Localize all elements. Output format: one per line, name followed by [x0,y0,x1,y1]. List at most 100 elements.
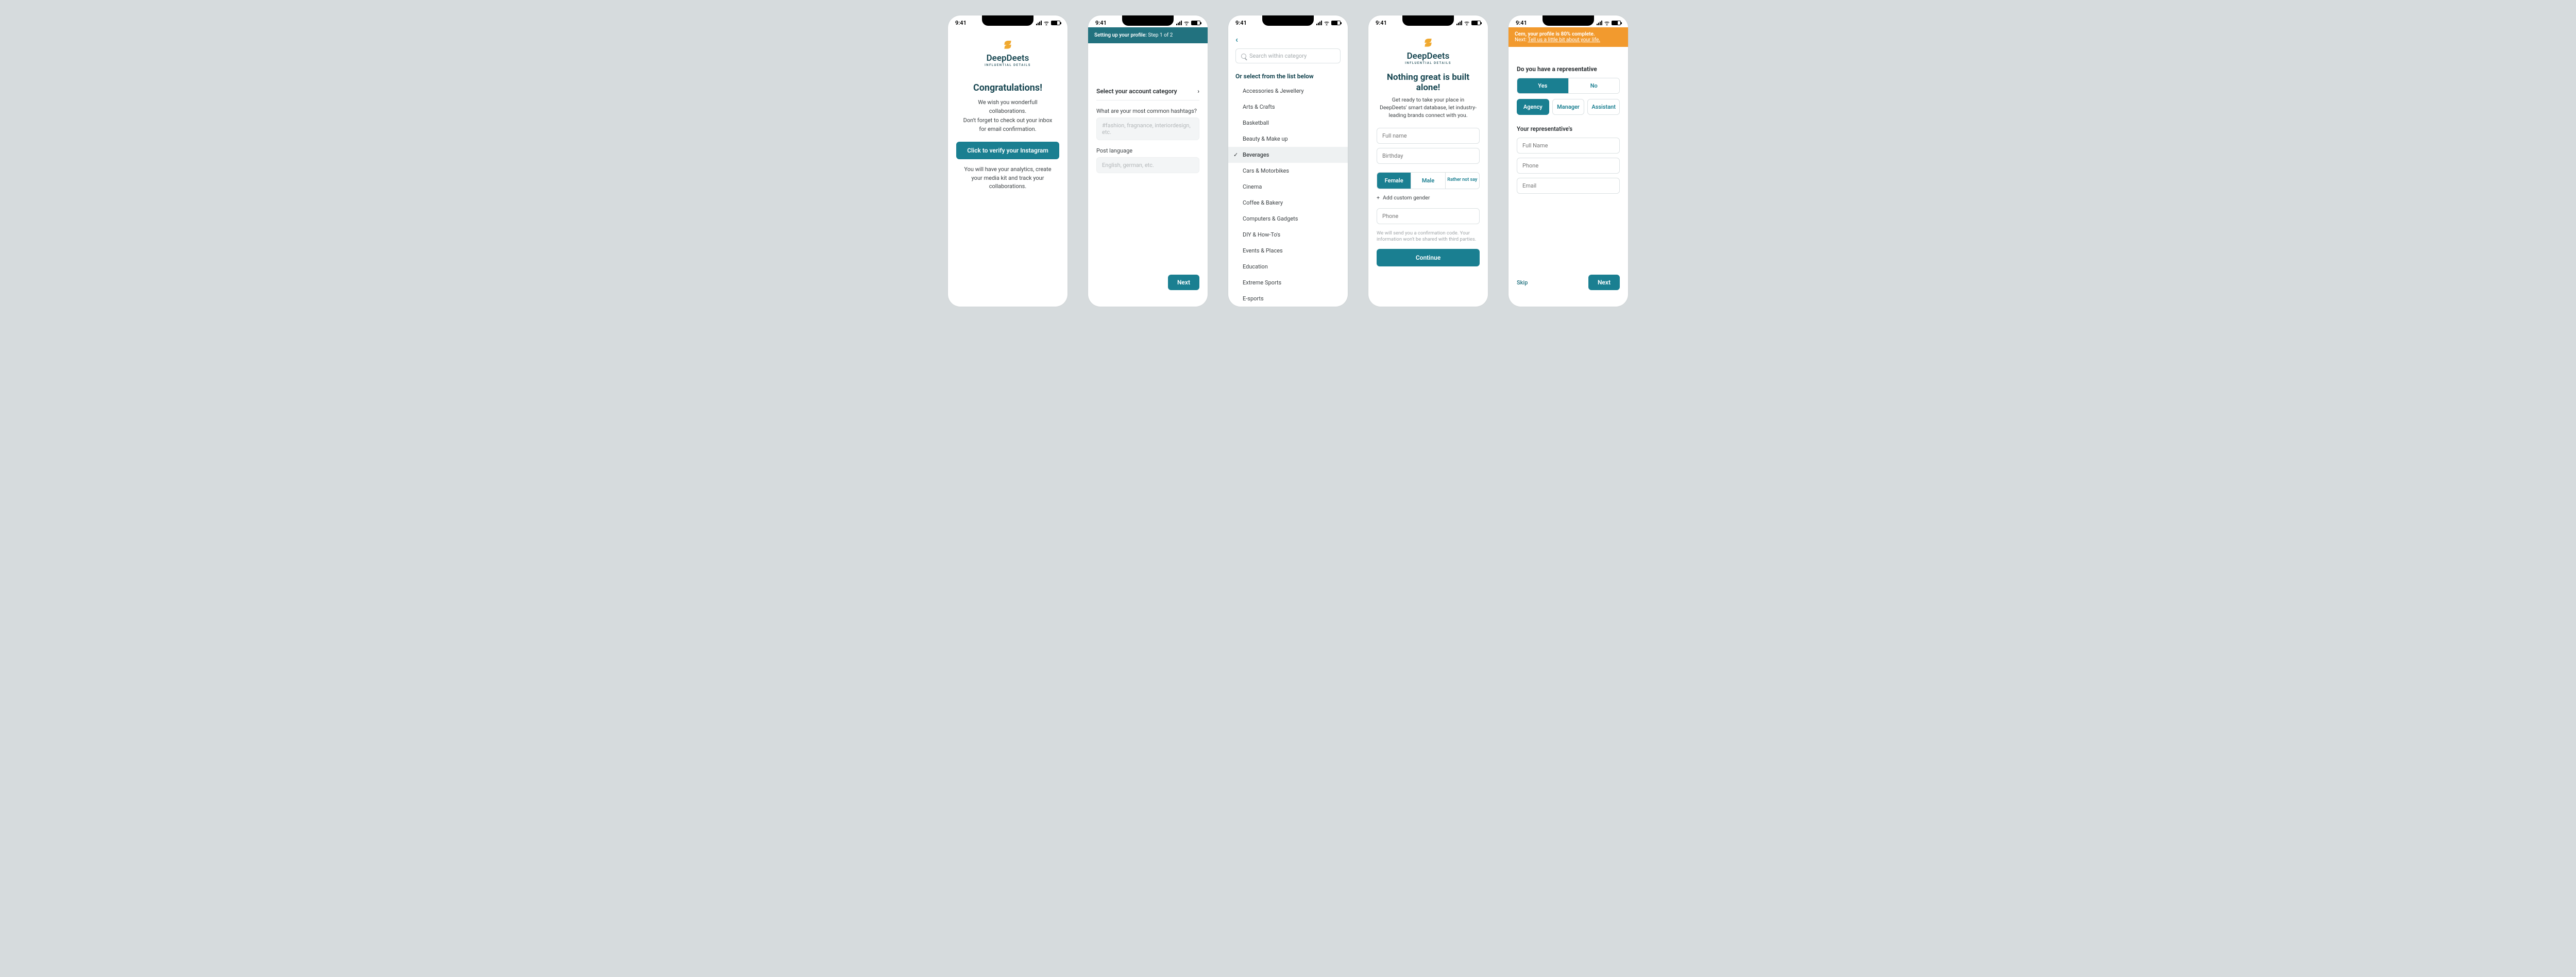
fullname-input[interactable] [1377,128,1480,144]
option-no[interactable]: No [1568,78,1620,93]
check-icon: ✓ [1233,151,1238,158]
status-time: 9:41 [1095,20,1107,26]
category-item-label: Events & Places [1243,247,1283,254]
category-item-label: Beverages [1243,151,1269,158]
add-custom-gender-label: Add custom gender [1383,194,1430,201]
brand-logo: DeepDeets INFLUENTIAL DETAILS [1377,39,1480,65]
tab-assistant[interactable]: Assistant [1587,99,1620,115]
category-item-label: Cars & Motorbikes [1243,167,1289,174]
status-time: 9:41 [955,20,967,26]
tab-agency[interactable]: Agency [1517,99,1549,115]
signal-icon [1597,21,1602,25]
screen-representative: 9:41 Cem, your profile is 80% complete. … [1509,15,1628,307]
page-title: Nothing great is built alone! [1377,72,1480,93]
phone-hint: We will send you a confirmation code. Yo… [1377,230,1480,243]
category-item[interactable]: Education [1228,259,1348,275]
gender-male[interactable]: Male [1411,173,1445,189]
banner-next-prefix: Next: [1515,37,1528,43]
rep-phone-input[interactable] [1517,158,1620,174]
category-item[interactable]: Extreme Sports [1228,275,1348,291]
search-icon [1241,54,1246,59]
brand-mark-icon [1423,39,1433,47]
gender-rather-not-say[interactable]: Rather not say [1445,173,1479,189]
category-item[interactable]: Cars & Motorbikes [1228,163,1348,179]
profile-completion-banner: Cem, your profile is 80% complete. Next:… [1509,27,1628,47]
screen-congratulations: 9:41 DeepDeets INFLUENTIAL DETAILS Congr… [948,15,1067,307]
option-yes[interactable]: Yes [1517,78,1568,93]
brand-name: DeepDeets [956,53,1059,63]
signal-icon [1176,21,1182,25]
post-language-label: Post language [1096,147,1199,154]
category-item[interactable]: Events & Places [1228,243,1348,259]
battery-icon [1191,21,1200,25]
brand-logo: DeepDeets INFLUENTIAL DETAILS [956,41,1059,67]
notch [1543,15,1594,26]
category-item[interactable]: Cinema [1228,179,1348,195]
next-button[interactable]: Next [1168,275,1199,290]
representative-fields-label: Your representative's [1517,125,1620,132]
signal-icon [1316,21,1322,25]
notch [1122,15,1174,26]
signal-icon [1036,21,1042,25]
screen-profile-step1: 9:41 Setting up your profile: Step 1 of … [1088,15,1208,307]
status-icons [1316,21,1341,25]
category-item-label: Cinema [1243,183,1262,190]
wifi-icon [1324,21,1330,25]
category-item-label: Extreme Sports [1243,279,1281,286]
status-icons [1597,21,1621,25]
category-list-heading: Or select from the list below [1235,73,1341,80]
category-item[interactable]: E-sports [1228,291,1348,307]
phone-input[interactable] [1377,208,1480,224]
select-category-label: Select your account category [1096,88,1177,95]
hashtags-input[interactable]: #fashion, fragnance, interiordesign, etc… [1096,117,1199,140]
congrats-line-1: We wish you wonderfull collaborations. [961,98,1054,115]
wifi-icon [1604,21,1610,25]
category-search-placeholder: Search within category [1249,53,1307,59]
rep-email-input[interactable] [1517,178,1620,194]
category-item[interactable]: Beauty & Make up [1228,131,1348,147]
next-button[interactable]: Next [1588,275,1620,290]
banner-next-link[interactable]: Tell us a little bit about your life. [1528,37,1600,43]
category-item[interactable]: Computers & Gadgets [1228,211,1348,227]
continue-button[interactable]: Continue [1377,249,1480,266]
post-language-input[interactable]: English, german, etc. [1096,157,1199,173]
hashtags-label: What are your most common hashtags? [1096,108,1199,114]
status-time: 9:41 [1376,20,1387,26]
category-item[interactable]: Accessories & Jewellery [1228,83,1348,99]
category-item-label: Coffee & Bakery [1243,199,1283,206]
category-item[interactable]: Basketball [1228,115,1348,131]
yesno-selector: Yes No [1517,78,1620,94]
category-item[interactable]: Coffee & Bakery [1228,195,1348,211]
category-item[interactable]: Arts & Crafts [1228,99,1348,115]
screen-select-category: 9:41 ‹ Search within category Or select … [1228,15,1348,307]
signal-icon [1456,21,1462,25]
brand-mark-icon [1003,41,1013,49]
skip-button[interactable]: Skip [1517,279,1528,286]
wifi-icon [1464,21,1470,25]
battery-icon [1051,21,1060,25]
category-item[interactable]: ✓ Beverages [1228,147,1348,163]
category-item-label: Basketball [1243,120,1269,126]
tab-manager[interactable]: Manager [1552,99,1585,115]
battery-icon [1612,21,1621,25]
category-item[interactable]: DIY & How-To's [1228,227,1348,243]
add-custom-gender[interactable]: + Add custom gender [1377,194,1480,201]
category-item-label: Computers & Gadgets [1243,215,1298,222]
battery-icon [1331,21,1341,25]
page-title: Congratulations! [956,82,1059,93]
progress-step: Step 1 of 2 [1148,32,1173,38]
rep-fullname-input[interactable] [1517,138,1620,154]
wifi-icon [1183,21,1190,25]
progress-prefix: Setting up your profile: [1094,32,1147,38]
select-category-row[interactable]: Select your account category › [1096,52,1199,100]
birthday-input[interactable] [1377,148,1480,164]
banner-title: Cem, your profile is 80% complete. [1515,31,1595,37]
back-button[interactable]: ‹ [1235,35,1244,44]
screen-personal-info: 9:41 DeepDeets INFLUENTIAL DETAILS Nothi… [1368,15,1488,307]
gender-female[interactable]: Female [1377,173,1411,189]
status-icons [1176,21,1200,25]
category-item-label: Education [1243,263,1268,270]
category-search-input[interactable]: Search within category [1235,48,1341,63]
category-list: Accessories & JewelleryArts & Crafts Bask… [1228,83,1348,307]
verify-instagram-button[interactable]: Click to verify your Instagram [956,142,1059,159]
